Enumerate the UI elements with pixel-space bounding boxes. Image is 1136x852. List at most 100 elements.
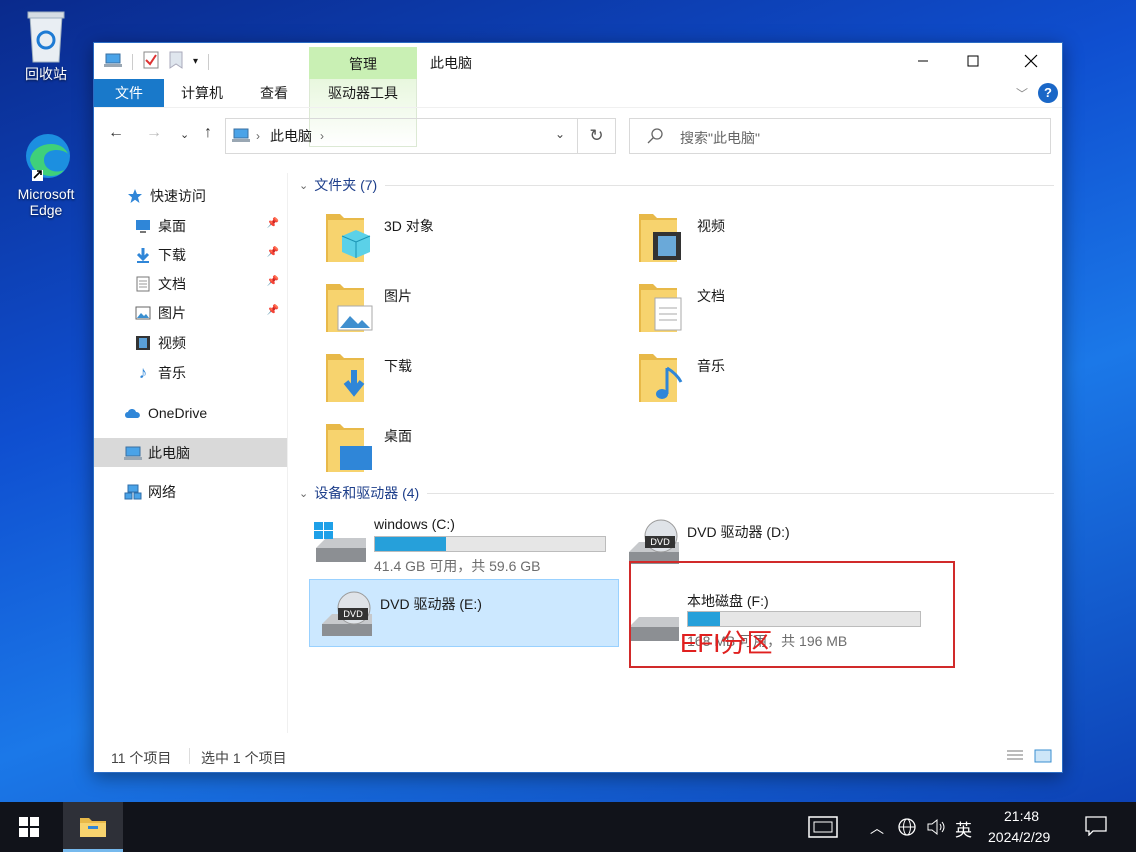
desktop-icon: [134, 217, 152, 235]
taskbar: ︿ 英 21:48 2024/2/29: [0, 802, 1136, 852]
drive-item-c[interactable]: windows (C:) 41.4 GB 可用，共 59.6 GB: [304, 508, 614, 576]
breadcrumb-chevron-icon[interactable]: ›: [256, 129, 260, 143]
clock-date[interactable]: 2024/2/29: [988, 829, 1050, 845]
ribbon-tabs: 文件 计算机 查看 驱动器工具 ﹀ ?: [94, 79, 1062, 147]
collapse-chevron-icon[interactable]: ⌄: [299, 179, 308, 192]
sidebar-label-downloads: 下载: [158, 246, 186, 263]
drive-name: DVD 驱动器 (D:): [687, 524, 790, 540]
sidebar-label-this-pc: 此电脑: [148, 444, 190, 461]
address-bar[interactable]: › 此电脑 › ⌄: [225, 118, 578, 154]
pictures-icon: [134, 304, 152, 322]
start-button[interactable]: [0, 802, 58, 852]
windows-logo-icon: [19, 817, 39, 837]
sidebar-item-music[interactable]: ♪ 音乐: [94, 358, 287, 387]
up-arrow-icon[interactable]: ↑: [204, 124, 212, 142]
cloud-icon: [124, 404, 142, 422]
svg-text:DVD: DVD: [343, 610, 363, 620]
drive-name: DVD 驱动器 (E:): [380, 596, 482, 612]
pin-icon[interactable]: 📌: [267, 218, 279, 229]
breadcrumb-chevron-icon-2[interactable]: ›: [320, 129, 324, 143]
sidebar-item-desktop[interactable]: 桌面 📌: [94, 211, 287, 240]
address-dropdown-icon[interactable]: ⌄: [555, 127, 565, 141]
task-view-icon[interactable]: [808, 816, 838, 841]
forward-arrow-icon[interactable]: →: [146, 124, 162, 142]
tab-manage[interactable]: 管理: [309, 47, 417, 79]
this-pc-address-icon: [232, 127, 250, 146]
sidebar-item-documents[interactable]: 文档 📌: [94, 269, 287, 298]
navigation-bar: ← → ⌄ ↑ › 此电脑 › ⌄ ↻ 搜索"此电脑": [94, 107, 1062, 157]
sidebar-label-network: 网络: [148, 483, 176, 500]
status-bar: 11 个项目 选中 1 个项目: [94, 742, 1062, 772]
close-button[interactable]: [1008, 43, 1054, 79]
folder-label: 3D 对象: [384, 218, 434, 234]
volume-icon[interactable]: [926, 818, 948, 839]
group-divider: [427, 492, 1054, 494]
new-folder-icon[interactable]: [169, 51, 183, 72]
recent-locations-icon[interactable]: ⌄: [180, 128, 189, 141]
dvd-drive-icon: DVD: [322, 591, 372, 636]
recycle-bin-desktop-icon[interactable]: 回收站: [6, 8, 86, 84]
clock-time[interactable]: 21:48: [1004, 808, 1039, 824]
search-input[interactable]: 搜索"此电脑": [629, 118, 1051, 154]
folder-item-documents[interactable]: 文档: [617, 278, 917, 338]
sidebar-item-videos[interactable]: 视频: [94, 328, 287, 357]
folder-item-desktop[interactable]: 桌面: [304, 418, 604, 478]
back-arrow-icon[interactable]: ←: [108, 124, 124, 142]
group-divider: [385, 184, 1054, 186]
recycle-bin-label: 回收站: [25, 66, 67, 82]
sidebar-item-this-pc[interactable]: 此电脑: [94, 438, 287, 467]
title-bar: ▾ 管理 此电脑: [94, 43, 1062, 79]
search-icon: [646, 127, 664, 148]
sidebar-label-desktop: 桌面: [158, 217, 186, 234]
breadcrumb[interactable]: 此电脑: [270, 126, 312, 146]
star-icon: [126, 187, 144, 205]
drive-size: 41.4 GB 可用，共 59.6 GB: [374, 558, 541, 574]
globe-network-icon[interactable]: [897, 817, 917, 840]
folder-item-3d-objects[interactable]: 3D 对象: [304, 208, 604, 268]
tab-view[interactable]: 查看: [244, 79, 304, 107]
folder-item-music[interactable]: 音乐: [617, 348, 917, 408]
item-count: 11 个项目: [111, 750, 172, 766]
properties-icon[interactable]: [143, 51, 159, 72]
tray-overflow-icon[interactable]: ︿: [870, 818, 884, 838]
folder-label: 下载: [384, 358, 412, 374]
tab-computer[interactable]: 计算机: [172, 79, 232, 107]
folder-item-videos[interactable]: 视频: [617, 208, 917, 268]
refresh-button[interactable]: ↻: [578, 118, 616, 154]
customize-qat-icon[interactable]: ▾: [193, 56, 198, 67]
folders-group-header[interactable]: ⌄ 文件夹 (7): [299, 175, 1054, 195]
devices-group-header[interactable]: ⌄ 设备和驱动器 (4): [299, 483, 1054, 503]
drive-item-e[interactable]: DVD DVD 驱动器 (E:): [309, 579, 619, 647]
windows-drive-icon: [314, 522, 366, 562]
sidebar-item-pictures[interactable]: 图片 📌: [94, 298, 287, 327]
tab-file[interactable]: 文件: [94, 79, 164, 107]
expand-ribbon-icon[interactable]: ﹀: [1016, 85, 1028, 102]
collapse-chevron-icon[interactable]: ⌄: [299, 487, 308, 500]
window-title: 此电脑: [430, 55, 472, 71]
pictures-folder-icon: [326, 284, 373, 332]
sidebar-label-onedrive: OneDrive: [148, 404, 208, 421]
large-icons-view-icon[interactable]: [1034, 749, 1052, 766]
help-icon[interactable]: ?: [1038, 83, 1058, 103]
pin-icon[interactable]: 📌: [267, 305, 279, 316]
network-icon: [124, 483, 142, 501]
sidebar-item-network[interactable]: 网络: [94, 477, 287, 506]
sidebar-item-downloads[interactable]: 下载 📌: [94, 240, 287, 269]
details-view-icon[interactable]: [1006, 749, 1024, 766]
sidebar-item-onedrive[interactable]: OneDrive: [94, 398, 287, 427]
maximize-button[interactable]: [950, 43, 996, 79]
folders-group-title: 文件夹 (7): [314, 177, 378, 193]
minimize-button[interactable]: [900, 43, 946, 79]
notification-icon[interactable]: [1085, 816, 1107, 839]
navigation-pane: 快速访问 桌面 📌 下载 📌 文档 📌 图片 📌 视频 ♪ 音乐 OneDriv…: [94, 173, 288, 733]
folder-item-downloads[interactable]: 下载: [304, 348, 604, 408]
ime-indicator[interactable]: 英: [955, 816, 972, 841]
pin-icon[interactable]: 📌: [267, 247, 279, 258]
quick-access-toolbar: ▾: [104, 51, 210, 72]
sidebar-item-quick-access[interactable]: 快速访问: [94, 181, 287, 210]
qat-separator: [132, 53, 133, 70]
taskbar-file-explorer[interactable]: [63, 802, 123, 852]
pin-icon[interactable]: 📌: [267, 276, 279, 287]
edge-desktop-icon[interactable]: Microsoft Edge: [6, 130, 86, 218]
folder-item-pictures[interactable]: 图片: [304, 278, 604, 338]
